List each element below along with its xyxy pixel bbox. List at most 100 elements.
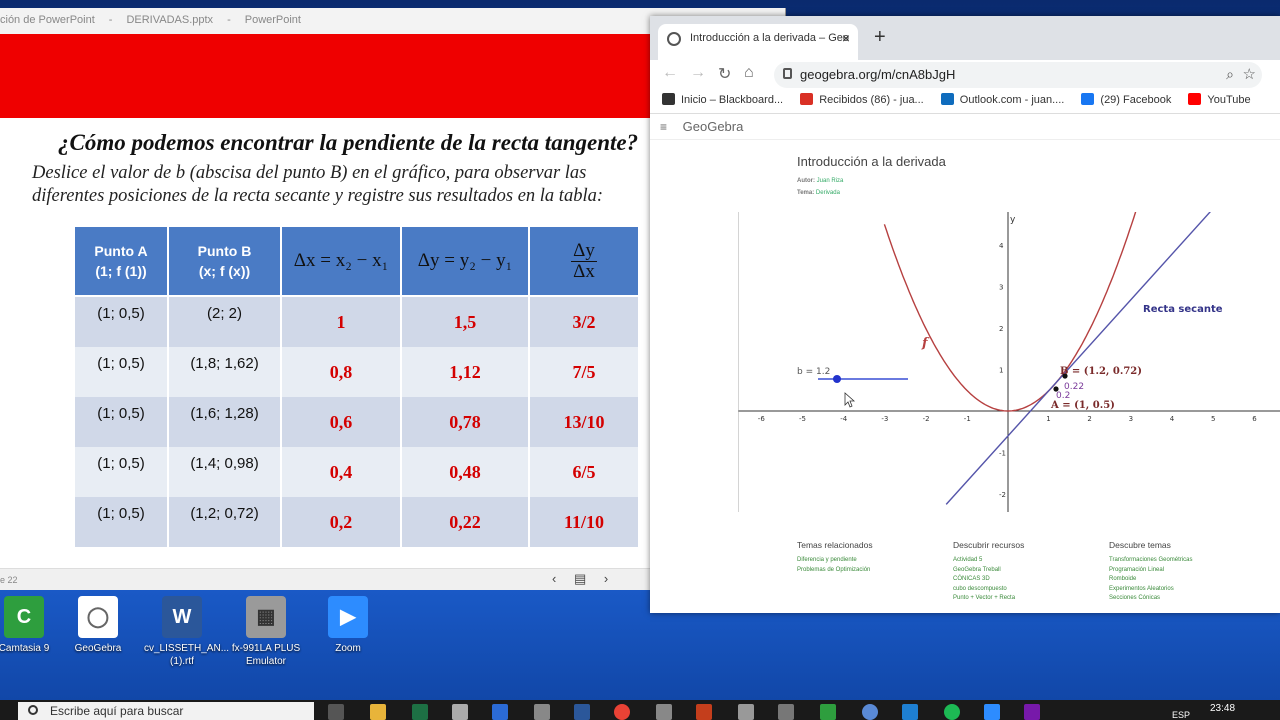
resource-link[interactable]: Punto + Vector + Recta — [953, 594, 1024, 604]
slide[interactable]: ¿Cómo podemos encontrar la pendiente de … — [0, 34, 650, 568]
next-slide-icon[interactable]: › — [604, 571, 608, 586]
reload-icon[interactable]: ↻ — [718, 64, 731, 84]
function-f-curve[interactable] — [883, 212, 1139, 412]
store-icon[interactable] — [452, 704, 468, 720]
geogebra-icon: ◯ — [78, 596, 118, 638]
topic-link[interactable]: Experimentos Aleatorios — [1109, 585, 1192, 595]
results-table: Punto A (1; f (1)) Punto B (x; f (x)) Δx… — [75, 227, 640, 547]
close-tab-icon[interactable]: × — [842, 30, 850, 46]
slide-title: ¿Cómo podemos encontrar la pendiente de … — [58, 130, 639, 155]
bookmark-outlook[interactable]: Outlook.com - juan.... — [940, 93, 1064, 106]
bookmark-gmail[interactable]: Recibidos (86) - jua... — [800, 93, 924, 106]
geogebra-page: Introducción a la derivada Autor: Juan R… — [650, 140, 1280, 613]
word-document-icon: W — [162, 596, 202, 638]
table-row: (1; 0,5) (1,4; 0,98) 0,4 0,48 6/5 — [75, 447, 640, 497]
cell-point-b: (2; 2) — [169, 297, 282, 347]
secant-line[interactable] — [945, 212, 1214, 505]
geogebra-logo[interactable]: GeoGebra — [683, 119, 744, 134]
cell-point-a: (1; 0,5) — [75, 497, 169, 547]
resource-link[interactable]: cubo descompuesto — [953, 585, 1024, 595]
file-explorer-icon[interactable] — [370, 704, 386, 720]
desktop-icon-cv-rtf[interactable]: W cv_LISSETH_AN...(1).rtf — [144, 596, 229, 668]
topic-link[interactable]: Programación Lineal — [1109, 566, 1192, 576]
desktop-icon-geogebra[interactable]: ◯ GeoGebra — [60, 596, 136, 655]
bookmark-star-icon[interactable]: ☆ — [1243, 65, 1256, 83]
new-tab-button[interactable]: + — [874, 26, 886, 49]
discover-topics: Descubre temas Transformaciones Geométri… — [1109, 540, 1192, 604]
onenote-icon[interactable] — [1024, 704, 1040, 720]
bookmark-youtube[interactable]: YouTube — [1188, 93, 1251, 106]
secant-label: Recta secante — [1143, 304, 1223, 315]
back-icon[interactable]: ← — [662, 64, 678, 82]
topic-link[interactable]: Secciones Cónicas — [1109, 594, 1192, 604]
slide-sorter-icon[interactable]: ▤ — [574, 571, 586, 586]
clock[interactable]: 23:48 — [1210, 703, 1235, 714]
x-tick-label: -4 — [840, 415, 848, 423]
cell-point-a: (1; 0,5) — [75, 397, 169, 447]
taskbar-search[interactable]: Escribe aquí para buscar — [18, 702, 314, 720]
discover-resources: Descubrir recursos Actividad 5 GeoGebra … — [953, 540, 1024, 604]
activity-title: Introducción a la derivada — [797, 154, 946, 169]
cell-point-b: (1,8; 1,62) — [169, 347, 282, 397]
address-bar[interactable]: geogebra.org/m/cnA8bJgH ⌕ ☆ — [774, 62, 1262, 88]
cell-ratio: 7/5 — [530, 347, 640, 397]
powerpoint-icon[interactable] — [696, 704, 712, 720]
cell-delta-y: 0,22 — [402, 497, 530, 547]
excel-icon[interactable] — [412, 704, 428, 720]
related-link[interactable]: Diferencia y pendiente — [797, 556, 873, 566]
desktop-icon-zoom[interactable]: ▶ Zoom — [310, 596, 386, 655]
header-delta-x: Δx = x₂ − x₁ — [282, 227, 402, 297]
y-tick-label: 4 — [999, 242, 1004, 250]
cell-point-a: (1; 0,5) — [75, 447, 169, 497]
b-slider-handle[interactable] — [833, 375, 841, 383]
app-icon[interactable] — [656, 704, 672, 720]
x-tick-label: 5 — [1211, 415, 1215, 423]
camtasia-taskbar-icon[interactable] — [820, 704, 836, 720]
facebook-icon — [1081, 93, 1095, 105]
zoom-taskbar-icon[interactable] — [984, 704, 1000, 720]
forward-icon[interactable]: → — [690, 64, 706, 82]
taskbar: Escribe aquí para buscar ESP 23:48 — [0, 700, 1280, 720]
previous-slide-icon[interactable]: ‹ — [552, 571, 556, 586]
cell-delta-y: 0,78 — [402, 397, 530, 447]
y-tick-label: 2 — [999, 325, 1003, 333]
app-icon[interactable] — [534, 704, 550, 720]
menu-icon[interactable]: ≡ — [660, 120, 667, 134]
resource-link[interactable]: GeoGebra Treball — [953, 566, 1024, 576]
bookmark-blackboard[interactable]: Inicio – Blackboard... — [662, 93, 783, 106]
zoom-icon[interactable]: ⌕ — [1226, 66, 1234, 83]
graph-view[interactable]: -6 -5 -4 -3 -2 -1 1 2 3 4 5 6 4 3 2 1 -1 -2 y f Recta sec… — [738, 212, 1280, 512]
chrome-icon[interactable] — [614, 704, 630, 720]
edge-icon[interactable] — [902, 704, 918, 720]
y-tick-label: 3 — [999, 284, 1003, 292]
delta-x-label: 0.2 — [1056, 391, 1070, 401]
table-row: (1; 0,5) (1,8; 1,62) 0,8 1,12 7/5 — [75, 347, 640, 397]
desktop-icon-calculator[interactable]: ▦ fx-991LA PLUS Emulator — [228, 596, 304, 668]
topic-link[interactable]: Romboide — [1109, 575, 1192, 585]
function-label: f — [921, 336, 930, 351]
desktop-icon-camtasia[interactable]: C Camtasia 9 — [0, 596, 62, 655]
task-view-icon[interactable] — [328, 704, 344, 720]
resource-link[interactable]: Actividad 5 — [953, 556, 1024, 566]
spotify-icon[interactable] — [944, 704, 960, 720]
bookmarks-bar: Inicio – Blackboard... Recibidos (86) - … — [650, 90, 1280, 114]
language-indicator[interactable]: ESP — [1172, 710, 1190, 720]
app-icon[interactable] — [778, 704, 794, 720]
word-icon[interactable] — [574, 704, 590, 720]
y-axis-label: y — [1010, 215, 1016, 225]
geogebra-taskbar-icon[interactable] — [738, 704, 754, 720]
topic-link[interactable]: Transformaciones Geométricas — [1109, 556, 1192, 566]
mail-icon[interactable] — [492, 704, 508, 720]
x-tick-label: -3 — [881, 415, 888, 423]
lock-icon — [783, 68, 792, 79]
browser-tab[interactable]: Introducción a la derivada – Geo × — [658, 24, 858, 60]
cell-delta-x: 0,6 — [282, 397, 402, 447]
app-icon[interactable] — [862, 704, 878, 720]
resource-link[interactable]: CÓNICAS 3D — [953, 575, 1024, 585]
youtube-icon — [1188, 93, 1202, 105]
calculator-icon: ▦ — [246, 596, 286, 638]
bookmark-facebook[interactable]: (29) Facebook — [1081, 93, 1171, 106]
related-link[interactable]: Problemas de Optimización — [797, 566, 873, 576]
cell-ratio: 13/10 — [530, 397, 640, 447]
home-icon[interactable]: ⌂ — [744, 64, 754, 82]
